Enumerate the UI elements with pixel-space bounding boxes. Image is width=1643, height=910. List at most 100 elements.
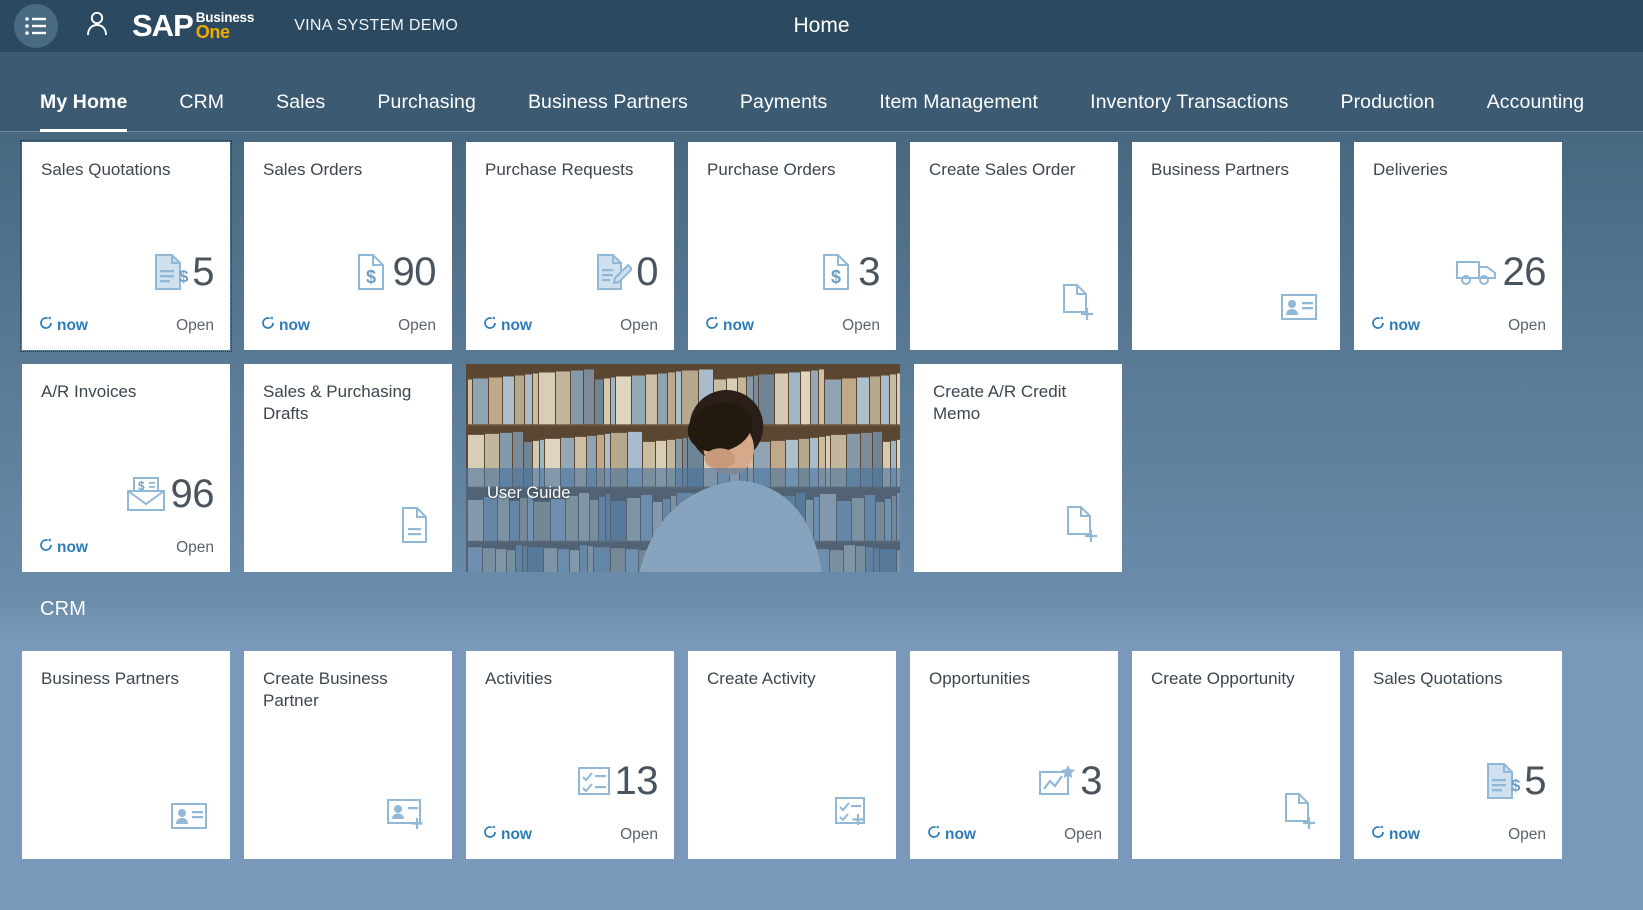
tile-kpi: 0 [594, 252, 658, 292]
tile-sales-quotations[interactable]: Sales Quotations $5 nowOpen [22, 142, 230, 350]
refresh-status[interactable]: now [38, 537, 88, 558]
tab-purchasing[interactable]: Purchasing [377, 91, 476, 132]
tile-sales-orders[interactable]: Sales Orders $90 now Open [244, 142, 452, 350]
tile-sales-purchasing-drafts[interactable]: Sales & Purchasing Drafts [244, 364, 452, 572]
tile-state-label: Open [398, 317, 436, 335]
tab-inventory-transactions[interactable]: Inventory Transactions [1090, 91, 1288, 132]
refresh-status[interactable]: now [704, 315, 754, 336]
refresh-label: now [501, 826, 532, 844]
tenant-name: VINA SYSTEM DEMO [294, 17, 458, 35]
refresh-label: now [57, 317, 88, 335]
tile-footer: now Open [482, 824, 658, 845]
tile-footer: now Open [704, 315, 880, 336]
tile-user-guide[interactable]: User Guide [466, 364, 900, 572]
tile-deliveries[interactable]: Deliveries 26 nowOpen [1354, 142, 1562, 350]
tile-business-partners[interactable]: Business Partners [1132, 142, 1340, 350]
tile-state-label: Open [620, 826, 658, 844]
tile-create-sales-order[interactable]: Create Sales Order [910, 142, 1118, 350]
tile-footer: now Open [1370, 315, 1546, 336]
tile-state-label: Open [1064, 826, 1102, 844]
tile-title: Sales Orders [263, 159, 436, 181]
user-account-button[interactable] [80, 9, 114, 43]
tile-kpi: $3 [820, 252, 880, 292]
tile-title: Sales & Purchasing Drafts [263, 381, 436, 426]
tile-footer: nowOpen [1370, 824, 1546, 845]
tile-activities[interactable]: Activities 13 now Open [466, 651, 674, 859]
chart-star-icon [1038, 764, 1076, 798]
page-plus-icon [1282, 791, 1318, 831]
tile-business-partners[interactable]: Business Partners [22, 651, 230, 859]
refresh-icon [704, 315, 720, 336]
tab-crm[interactable]: CRM [179, 91, 224, 132]
tile-title: Create A/R Credit Memo [933, 381, 1106, 426]
tile-title: Create Sales Order [929, 159, 1102, 181]
refresh-status[interactable]: now [926, 824, 976, 845]
menu-button[interactable] [14, 4, 58, 48]
svg-text:$: $ [366, 267, 376, 287]
refresh-label: now [501, 317, 532, 335]
tab-my-home[interactable]: My Home [40, 91, 127, 132]
refresh-status[interactable]: now [260, 315, 310, 336]
tile-create-activity[interactable]: Create Activity [688, 651, 896, 859]
sap-business-one-logo[interactable]: SAP Business One [132, 10, 254, 41]
tab-accounting[interactable]: Accounting [1487, 91, 1584, 132]
document-dollar-icon: $ [1484, 761, 1520, 801]
tile-state-label: Open [176, 317, 214, 335]
tile-kpi-value: 5 [1524, 761, 1546, 801]
tile-purchase-orders[interactable]: Purchase Orders $3 nowOpen [688, 142, 896, 350]
refresh-icon [1370, 315, 1386, 336]
tile-state-label: Open [176, 539, 214, 557]
tile-create-business-partner[interactable]: Create Business Partner [244, 651, 452, 859]
tile-purchase-requests[interactable]: Purchase Requests 0 nowOpen [466, 142, 674, 350]
refresh-icon [260, 315, 276, 336]
tile-title: A/R Invoices [41, 381, 214, 403]
tile-a-r-invoices[interactable]: A/R Invoices $ 96 now Open [22, 364, 230, 572]
tile-state-label: Open [1508, 317, 1546, 335]
tile-title: Activities [485, 668, 658, 690]
tile-title: Create Business Partner [263, 668, 436, 713]
hamburger-list-icon [24, 16, 48, 36]
tile-title: Business Partners [1151, 159, 1324, 181]
tab-business-partners[interactable]: Business Partners [528, 91, 688, 132]
tile-kpi: $ 96 [125, 474, 215, 514]
refresh-icon [926, 824, 942, 845]
document-edit-icon [594, 252, 632, 292]
refresh-status[interactable]: now [482, 315, 532, 336]
page-dollar-icon: $ [820, 252, 854, 292]
logo-sap-text: SAP [132, 10, 193, 41]
tile-kpi-value: 3 [858, 252, 880, 292]
tile-kpi-value: 0 [636, 252, 658, 292]
tab-payments[interactable]: Payments [740, 91, 828, 132]
tile-opportunities[interactable]: Opportunities 3 nowOpen [910, 651, 1118, 859]
refresh-status[interactable]: now [1370, 824, 1420, 845]
tile-kpi: $90 [355, 252, 437, 292]
refresh-icon [482, 315, 498, 336]
tile-state-label: Open [842, 317, 880, 335]
refresh-label: now [1389, 826, 1420, 844]
tile-group-header: CRM [22, 572, 1643, 641]
tile-title: User Guide [487, 484, 570, 503]
tab-production[interactable]: Production [1340, 91, 1434, 132]
checklist-icon [577, 765, 611, 797]
tab-item-management[interactable]: Item Management [879, 91, 1038, 132]
tile-footer: nowOpen [482, 315, 658, 336]
tab-sales[interactable]: Sales [276, 91, 325, 132]
contact-card-icon [1280, 292, 1318, 322]
refresh-status[interactable]: now [1370, 315, 1420, 336]
tile-kpi-value: 13 [615, 761, 659, 801]
tile-create-a-r-credit-memo[interactable]: Create A/R Credit Memo [914, 364, 1122, 572]
tile-create-opportunity[interactable]: Create Opportunity [1132, 651, 1340, 859]
tile-sales-quotations[interactable]: Sales Quotations $5 nowOpen [1354, 651, 1562, 859]
refresh-label: now [279, 317, 310, 335]
tile-title: Create Opportunity [1151, 668, 1324, 690]
page-dollar-icon: $ [355, 252, 389, 292]
svg-text:$: $ [1511, 776, 1520, 795]
tile-kpi: 26 [1455, 252, 1547, 292]
contact-card-icon [170, 801, 208, 831]
tile-row: Business Partners Create Business Partne… [22, 641, 1643, 859]
contact-card-plus-icon [386, 797, 430, 831]
refresh-status[interactable]: now [38, 315, 88, 336]
tile-title: Business Partners [41, 668, 214, 690]
truck-icon [1455, 257, 1499, 287]
refresh-status[interactable]: now [482, 824, 532, 845]
